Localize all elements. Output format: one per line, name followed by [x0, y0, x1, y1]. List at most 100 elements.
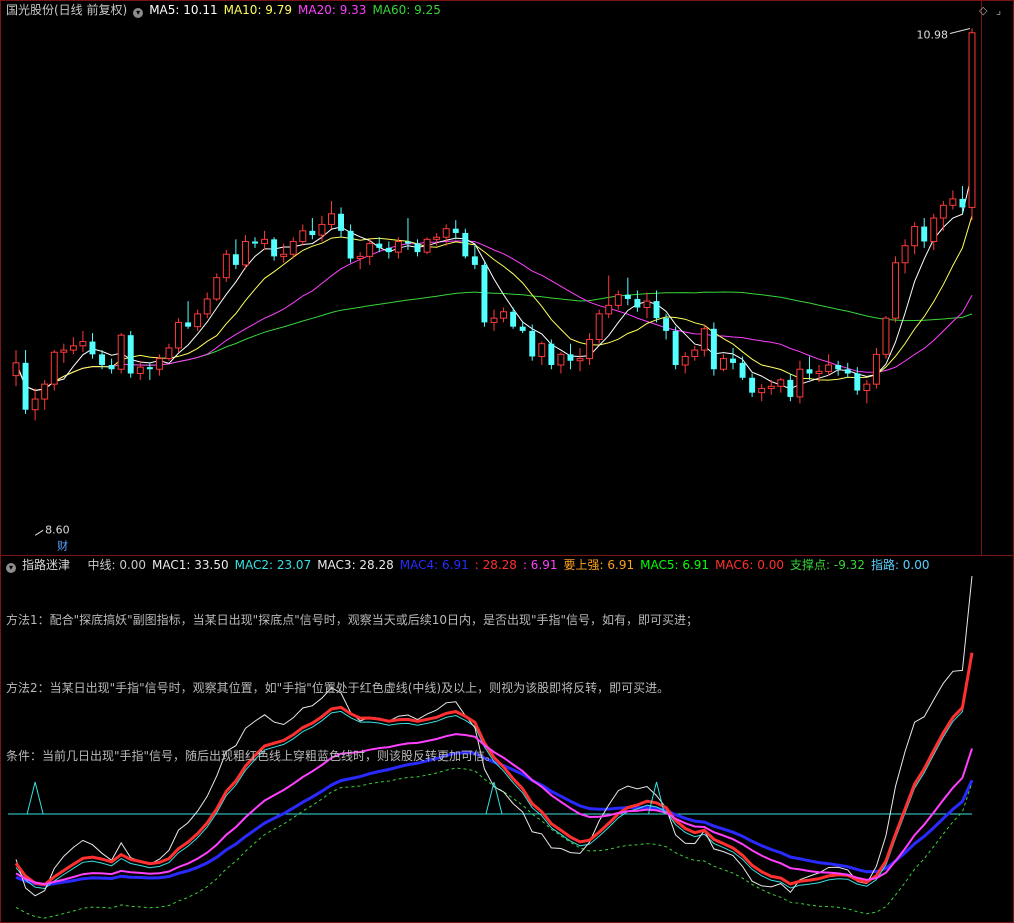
candle-body: [22, 362, 29, 410]
candle: [930, 213, 938, 250]
candle-body: [777, 379, 785, 387]
candle-body: [280, 253, 288, 257]
candle-body: [309, 230, 316, 236]
candle: [414, 239, 421, 257]
candle: [31, 388, 39, 421]
candle-body: [108, 364, 115, 370]
candle: [338, 207, 345, 238]
candle: [921, 218, 928, 248]
candle: [700, 324, 708, 357]
low-price-label: 8.60: [45, 523, 69, 536]
candle: [490, 309, 498, 331]
candle-body: [136, 366, 144, 375]
candle-body: [663, 318, 670, 331]
candle: [796, 360, 804, 404]
method-note-1: 方法1：配合"探底搞妖"副图指标，当某日出现"探底点"信号时，观察当天或后续10…: [6, 613, 699, 627]
candle: [117, 333, 125, 374]
candle-body: [557, 353, 565, 366]
candle-body: [968, 32, 976, 208]
candle: [557, 352, 565, 374]
candle: [127, 330, 134, 378]
candle: [787, 373, 794, 402]
candle: [730, 347, 736, 370]
candle: [347, 224, 354, 263]
candle-body: [901, 245, 909, 264]
candle: [299, 224, 307, 246]
candle: [691, 345, 699, 361]
candle: [681, 352, 689, 374]
candle: [911, 222, 919, 255]
candlestick-chart[interactable]: 10.98 8.60 财: [0, 0, 1014, 555]
candle: [510, 307, 517, 329]
candle-body: [271, 239, 278, 257]
candle-body: [328, 213, 335, 225]
candle: [261, 230, 269, 250]
candle-body: [595, 313, 603, 340]
candle: [471, 245, 478, 270]
candle-body: [844, 369, 851, 374]
candle-body: [538, 343, 546, 357]
candle-body: [767, 385, 775, 389]
candle-body: [796, 368, 804, 398]
candle: [165, 343, 173, 361]
candle: [777, 377, 785, 393]
candle-body: [175, 321, 182, 349]
candle-body: [548, 343, 555, 365]
candle: [882, 316, 890, 359]
candle-body: [165, 347, 173, 360]
candle-body: [653, 301, 660, 319]
candle-body: [222, 253, 230, 279]
condition-note: 条件：当前几日出现"手指"信号，随后出现粗红色线上穿粗蓝色线时，则该股反转更加可…: [6, 749, 498, 763]
candle-body: [318, 223, 326, 236]
candle: [41, 379, 49, 410]
mac5-line: [15, 767, 973, 919]
candle-body: [815, 370, 823, 375]
candle-body: [939, 204, 947, 219]
candle-body: [471, 256, 478, 265]
candle-body: [500, 311, 508, 319]
candle-body: [490, 317, 498, 323]
candle-body: [289, 240, 297, 255]
candle: [462, 228, 469, 259]
candle-body: [691, 349, 699, 357]
candle-body: [433, 236, 441, 240]
candle: [280, 243, 288, 263]
candle: [442, 224, 450, 246]
candle: [366, 239, 374, 265]
candle: [69, 337, 77, 355]
candle: [60, 343, 68, 363]
candle: [872, 347, 880, 389]
candle-body: [787, 379, 794, 397]
candle: [271, 237, 278, 261]
low-marker-line: [34, 529, 44, 536]
candle-body: [576, 358, 584, 362]
candle-body: [79, 341, 87, 347]
candle-body: [299, 230, 307, 242]
candle-body: [758, 387, 766, 394]
candle: [376, 237, 383, 253]
candle-body: [356, 255, 364, 260]
candle-body: [31, 398, 39, 411]
candle-body: [146, 367, 153, 370]
candle-body: [854, 373, 861, 391]
candle-body: [252, 241, 258, 244]
candle-body: [99, 354, 106, 365]
candle-body: [567, 354, 574, 361]
candle-body: [423, 238, 431, 253]
candle-body: [89, 341, 96, 355]
candle-body: [50, 351, 58, 385]
candle-body: [739, 362, 746, 378]
candle: [50, 350, 58, 391]
candle-body: [155, 358, 163, 370]
candle-body: [232, 254, 239, 265]
candle-body: [462, 232, 469, 257]
candle-body: [241, 240, 249, 266]
candle-body: [452, 228, 459, 233]
candle-body: [921, 226, 928, 242]
candle: [719, 354, 727, 372]
candle: [328, 201, 335, 229]
candle-body: [806, 369, 813, 374]
candle-body: [872, 353, 880, 385]
candle-body: [959, 198, 966, 208]
candle-body: [681, 355, 689, 366]
